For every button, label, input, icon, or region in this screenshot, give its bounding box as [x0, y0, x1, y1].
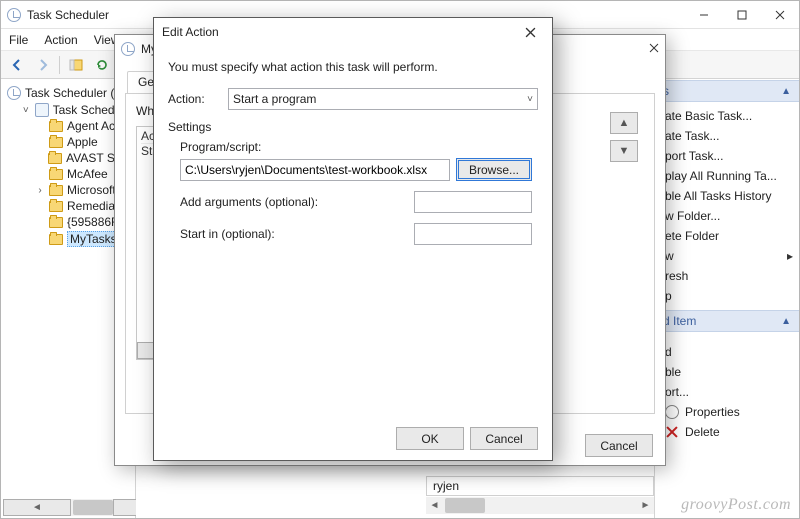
- move-up-button[interactable]: ▲: [610, 112, 638, 134]
- ok-button[interactable]: OK: [396, 427, 464, 450]
- chevron-down-icon: ˅: [527, 94, 533, 105]
- add-arguments-label: Add arguments (optional):: [180, 195, 404, 209]
- action-combo-value: Start a program: [233, 92, 316, 106]
- watermark: groovyPost.com: [681, 496, 791, 514]
- task-icon: [121, 42, 135, 56]
- action-help[interactable]: p: [655, 286, 799, 306]
- move-buttons: ▲ ▼: [610, 112, 640, 140]
- folder-icon: [49, 201, 63, 212]
- start-in-input[interactable]: [414, 223, 532, 245]
- cancel-button[interactable]: Cancel: [585, 434, 653, 457]
- detail-user-field: ryjen: [426, 476, 654, 496]
- folder-icon: [49, 234, 63, 245]
- action-combo[interactable]: Start a program ˅: [228, 88, 538, 110]
- program-label: Program/script:: [180, 140, 532, 154]
- minimize-button[interactable]: [685, 2, 723, 28]
- dialog-title-bar[interactable]: Edit Action: [154, 18, 552, 46]
- start-in-label: Start in (optional):: [180, 227, 404, 241]
- folder-icon: [49, 169, 63, 180]
- action-create-task[interactable]: ate Task...: [655, 126, 799, 146]
- folder-icon: [49, 137, 63, 148]
- expand-icon[interactable]: ›: [35, 185, 45, 195]
- edit-action-dialog: Edit Action You must specify what action…: [153, 17, 553, 461]
- action-disable[interactable]: ble: [655, 362, 799, 382]
- action-refresh[interactable]: resh: [655, 266, 799, 286]
- actions-item-heading: d Item ▲: [655, 310, 799, 332]
- action-export[interactable]: ort...: [655, 382, 799, 402]
- action-import-task[interactable]: port Task...: [655, 146, 799, 166]
- action-delete[interactable]: Delete: [655, 422, 799, 442]
- folder-icon: [48, 153, 62, 164]
- actions-heading: s ▲: [655, 80, 799, 102]
- main-window: Task Scheduler File Action View Task Sch…: [0, 0, 800, 519]
- actions-pane: s ▲ ate Basic Task... ate Task... port T…: [654, 80, 799, 518]
- action-new-folder[interactable]: w Folder...: [655, 206, 799, 226]
- action-display-running[interactable]: play All Running Ta...: [655, 166, 799, 186]
- close-icon[interactable]: [649, 42, 659, 56]
- folder-icon: [49, 121, 63, 132]
- close-button[interactable]: [761, 2, 799, 28]
- move-down-button[interactable]: ▼: [610, 140, 638, 162]
- menu-file[interactable]: File: [9, 33, 28, 47]
- maximize-button[interactable]: [723, 2, 761, 28]
- action-create-basic-task[interactable]: ate Basic Task...: [655, 106, 799, 126]
- menu-action[interactable]: Action: [44, 33, 77, 47]
- add-arguments-input[interactable]: [414, 191, 532, 213]
- app-icon: [7, 8, 21, 22]
- clock-icon: [7, 86, 21, 100]
- dialog-title: Edit Action: [162, 25, 219, 39]
- detail-scrollbar[interactable]: ◄►: [426, 497, 654, 514]
- toolbar-refresh-button[interactable]: [90, 54, 114, 76]
- window-title: Task Scheduler: [27, 8, 109, 22]
- action-enable-history[interactable]: ble All Tasks History: [655, 186, 799, 206]
- close-button[interactable]: [516, 21, 544, 43]
- tree-scrollbar[interactable]: ◄►: [3, 499, 134, 516]
- action-label: Action:: [168, 92, 220, 106]
- action-view[interactable]: w: [655, 246, 799, 266]
- program-input[interactable]: [180, 159, 450, 181]
- chevron-up-icon[interactable]: ▲: [781, 316, 791, 327]
- action-delete-folder[interactable]: ete Folder: [655, 226, 799, 246]
- nav-back-button[interactable]: [5, 54, 29, 76]
- browse-button[interactable]: Browse...: [456, 158, 532, 181]
- chevron-up-icon[interactable]: ▲: [781, 86, 791, 97]
- toolbar-showhide-button[interactable]: [64, 54, 88, 76]
- expand-icon[interactable]: ˅: [21, 105, 31, 115]
- intro-text: You must specify what action this task w…: [168, 60, 538, 74]
- nav-forward-button[interactable]: [31, 54, 55, 76]
- delete-icon: [665, 425, 679, 439]
- gear-icon: [665, 405, 679, 419]
- library-icon: [35, 103, 49, 117]
- cancel-button[interactable]: Cancel: [470, 427, 538, 450]
- action-properties[interactable]: Properties: [655, 402, 799, 422]
- settings-legend: Settings: [168, 120, 211, 134]
- folder-icon: [49, 185, 63, 196]
- folder-icon: [49, 217, 63, 228]
- action-end[interactable]: d: [655, 342, 799, 362]
